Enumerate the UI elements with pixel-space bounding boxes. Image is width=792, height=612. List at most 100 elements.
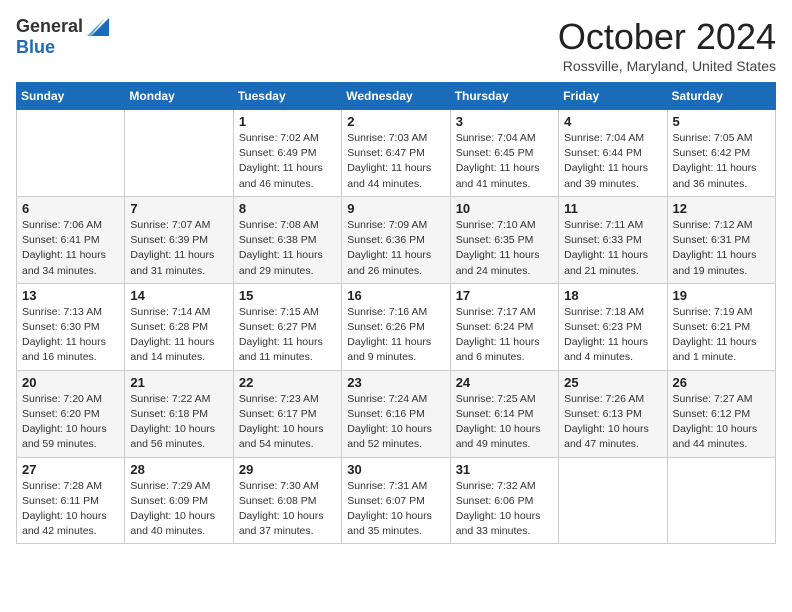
day-info: Sunrise: 7:17 AM Sunset: 6:24 PM Dayligh…	[456, 305, 553, 366]
day-info: Sunrise: 7:02 AM Sunset: 6:49 PM Dayligh…	[239, 131, 336, 192]
calendar-cell: 18Sunrise: 7:18 AM Sunset: 6:23 PM Dayli…	[559, 283, 667, 370]
logo: General Blue	[16, 16, 109, 58]
day-info: Sunrise: 7:23 AM Sunset: 6:17 PM Dayligh…	[239, 392, 336, 453]
day-info: Sunrise: 7:09 AM Sunset: 6:36 PM Dayligh…	[347, 218, 444, 279]
day-info: Sunrise: 7:06 AM Sunset: 6:41 PM Dayligh…	[22, 218, 119, 279]
day-of-week-header: Saturday	[667, 83, 775, 110]
calendar-cell	[667, 457, 775, 544]
calendar-cell: 23 Sunrise: 7:24 AM Sunset: 6:16 PM Dayli…	[342, 370, 450, 457]
day-number: 31	[456, 462, 553, 477]
calendar-cell: 3 Sunrise: 7:04 AM Sunset: 6:45 PM Daylig…	[450, 110, 558, 197]
day-info: Sunrise: 7:14 AM Sunset: 6:28 PM Dayligh…	[130, 305, 227, 366]
calendar-week-row: 27 Sunrise: 7:28 AM Sunset: 6:11 PM Dayli…	[17, 457, 776, 544]
day-number: 29	[239, 462, 336, 477]
calendar-cell: 28 Sunrise: 7:29 AM Sunset: 6:09 PM Dayli…	[125, 457, 233, 544]
day-number: 17	[456, 288, 553, 303]
calendar-cell: 6Sunrise: 7:06 AM Sunset: 6:41 PM Daylig…	[17, 196, 125, 283]
day-number: 28	[130, 462, 227, 477]
day-number: 22	[239, 375, 336, 390]
day-info: Sunrise: 7:25 AM Sunset: 6:14 PM Dayligh…	[456, 392, 553, 453]
day-number: 26	[673, 375, 770, 390]
calendar-header: SundayMondayTuesdayWednesdayThursdayFrid…	[17, 83, 776, 110]
day-info: Sunrise: 7:22 AM Sunset: 6:18 PM Dayligh…	[130, 392, 227, 453]
day-number: 11	[564, 201, 661, 216]
day-info: Sunrise: 7:20 AM Sunset: 6:20 PM Dayligh…	[22, 392, 119, 453]
day-info: Sunrise: 7:30 AM Sunset: 6:08 PM Dayligh…	[239, 479, 336, 540]
day-info: Sunrise: 7:31 AM Sunset: 6:07 PM Dayligh…	[347, 479, 444, 540]
calendar-cell: 25 Sunrise: 7:26 AM Sunset: 6:13 PM Dayli…	[559, 370, 667, 457]
calendar-cell: 16 Sunrise: 7:16 AM Sunset: 6:26 PM Dayli…	[342, 283, 450, 370]
day-info: Sunrise: 7:27 AM Sunset: 6:12 PM Dayligh…	[673, 392, 770, 453]
month-title: October 2024	[558, 16, 776, 58]
day-info: Sunrise: 7:15 AM Sunset: 6:27 PM Dayligh…	[239, 305, 336, 366]
day-number: 10	[456, 201, 553, 216]
day-number: 5	[673, 114, 770, 129]
calendar-cell: 12 Sunrise: 7:12 AM Sunset: 6:31 PM Dayli…	[667, 196, 775, 283]
day-of-week-header: Friday	[559, 83, 667, 110]
day-info: Sunrise: 7:10 AM Sunset: 6:35 PM Dayligh…	[456, 218, 553, 279]
calendar-cell: 17 Sunrise: 7:17 AM Sunset: 6:24 PM Dayli…	[450, 283, 558, 370]
calendar-body: 1Sunrise: 7:02 AM Sunset: 6:49 PM Daylig…	[17, 110, 776, 544]
day-info: Sunrise: 7:24 AM Sunset: 6:16 PM Dayligh…	[347, 392, 444, 453]
calendar-cell: 5 Sunrise: 7:05 AM Sunset: 6:42 PM Daylig…	[667, 110, 775, 197]
logo-icon	[87, 18, 109, 36]
day-of-week-header: Monday	[125, 83, 233, 110]
calendar-cell: 21Sunrise: 7:22 AM Sunset: 6:18 PM Dayli…	[125, 370, 233, 457]
day-info: Sunrise: 7:16 AM Sunset: 6:26 PM Dayligh…	[347, 305, 444, 366]
day-info: Sunrise: 7:12 AM Sunset: 6:31 PM Dayligh…	[673, 218, 770, 279]
day-info: Sunrise: 7:26 AM Sunset: 6:13 PM Dayligh…	[564, 392, 661, 453]
day-number: 24	[456, 375, 553, 390]
calendar-cell: 27 Sunrise: 7:28 AM Sunset: 6:11 PM Dayli…	[17, 457, 125, 544]
calendar-cell: 14 Sunrise: 7:14 AM Sunset: 6:28 PM Dayli…	[125, 283, 233, 370]
day-info: Sunrise: 7:19 AM Sunset: 6:21 PM Dayligh…	[673, 305, 770, 366]
calendar-cell: 8 Sunrise: 7:08 AM Sunset: 6:38 PM Daylig…	[233, 196, 341, 283]
day-number: 23	[347, 375, 444, 390]
day-info: Sunrise: 7:08 AM Sunset: 6:38 PM Dayligh…	[239, 218, 336, 279]
day-info: Sunrise: 7:04 AM Sunset: 6:44 PM Dayligh…	[564, 131, 661, 192]
day-info: Sunrise: 7:28 AM Sunset: 6:11 PM Dayligh…	[22, 479, 119, 540]
day-number: 2	[347, 114, 444, 129]
calendar-cell: 10 Sunrise: 7:10 AM Sunset: 6:35 PM Dayli…	[450, 196, 558, 283]
calendar-week-row: 20 Sunrise: 7:20 AM Sunset: 6:20 PM Dayli…	[17, 370, 776, 457]
calendar-week-row: 1Sunrise: 7:02 AM Sunset: 6:49 PM Daylig…	[17, 110, 776, 197]
day-of-week-header: Wednesday	[342, 83, 450, 110]
day-info: Sunrise: 7:32 AM Sunset: 6:06 PM Dayligh…	[456, 479, 553, 540]
day-number: 7	[130, 201, 227, 216]
calendar-cell: 24 Sunrise: 7:25 AM Sunset: 6:14 PM Dayli…	[450, 370, 558, 457]
day-number: 15	[239, 288, 336, 303]
calendar-cell: 2Sunrise: 7:03 AM Sunset: 6:47 PM Daylig…	[342, 110, 450, 197]
day-info: Sunrise: 7:05 AM Sunset: 6:42 PM Dayligh…	[673, 131, 770, 192]
day-number: 30	[347, 462, 444, 477]
calendar-cell	[125, 110, 233, 197]
day-number: 20	[22, 375, 119, 390]
day-number: 27	[22, 462, 119, 477]
calendar-cell: 7 Sunrise: 7:07 AM Sunset: 6:39 PM Daylig…	[125, 196, 233, 283]
logo-general-text: General	[16, 16, 83, 37]
day-info: Sunrise: 7:11 AM Sunset: 6:33 PM Dayligh…	[564, 218, 661, 279]
calendar-cell: 1Sunrise: 7:02 AM Sunset: 6:49 PM Daylig…	[233, 110, 341, 197]
day-info: Sunrise: 7:07 AM Sunset: 6:39 PM Dayligh…	[130, 218, 227, 279]
day-info: Sunrise: 7:13 AM Sunset: 6:30 PM Dayligh…	[22, 305, 119, 366]
calendar-cell: 4Sunrise: 7:04 AM Sunset: 6:44 PM Daylig…	[559, 110, 667, 197]
day-number: 3	[456, 114, 553, 129]
calendar-cell: 9 Sunrise: 7:09 AM Sunset: 6:36 PM Daylig…	[342, 196, 450, 283]
calendar-week-row: 6Sunrise: 7:06 AM Sunset: 6:41 PM Daylig…	[17, 196, 776, 283]
day-of-week-header: Thursday	[450, 83, 558, 110]
day-number: 12	[673, 201, 770, 216]
day-info: Sunrise: 7:29 AM Sunset: 6:09 PM Dayligh…	[130, 479, 227, 540]
day-number: 8	[239, 201, 336, 216]
title-block: October 2024 Rossville, Maryland, United…	[558, 16, 776, 74]
day-number: 19	[673, 288, 770, 303]
day-info: Sunrise: 7:18 AM Sunset: 6:23 PM Dayligh…	[564, 305, 661, 366]
calendar-cell: 29 Sunrise: 7:30 AM Sunset: 6:08 PM Dayli…	[233, 457, 341, 544]
day-number: 16	[347, 288, 444, 303]
calendar-cell: 15 Sunrise: 7:15 AM Sunset: 6:27 PM Dayli…	[233, 283, 341, 370]
page-header: General Blue October 2024 Rossville, Mar…	[16, 16, 776, 74]
day-number: 13	[22, 288, 119, 303]
logo-blue-text: Blue	[16, 37, 55, 57]
day-number: 25	[564, 375, 661, 390]
day-number: 9	[347, 201, 444, 216]
calendar-cell: 22 Sunrise: 7:23 AM Sunset: 6:17 PM Dayli…	[233, 370, 341, 457]
day-info: Sunrise: 7:04 AM Sunset: 6:45 PM Dayligh…	[456, 131, 553, 192]
day-number: 14	[130, 288, 227, 303]
